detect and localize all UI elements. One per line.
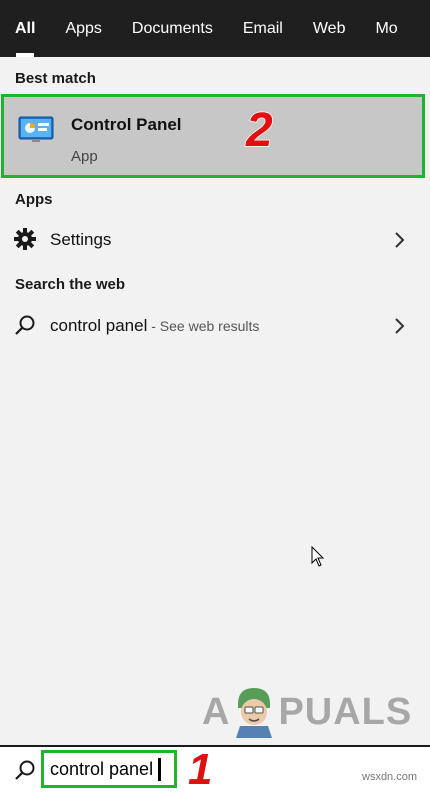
search-scope-tabs: All Apps Documents Email Web Mo xyxy=(0,0,430,57)
search-icon xyxy=(15,760,35,780)
watermark-right: PUALS xyxy=(278,690,413,733)
chevron-right-icon[interactable] xyxy=(392,317,406,335)
watermark-left: A xyxy=(202,690,231,733)
text-caret xyxy=(158,758,161,781)
best-match-subtitle: App xyxy=(71,148,98,165)
control-panel-icon xyxy=(18,116,54,142)
tab-email[interactable]: Email xyxy=(228,0,298,57)
appuals-watermark: A PUALS xyxy=(202,686,412,738)
search-web-heading: Search the web xyxy=(15,276,126,293)
search-bar: 1 xyxy=(0,744,430,795)
search-icon xyxy=(15,315,35,335)
tab-more[interactable]: Mo xyxy=(360,0,412,57)
mouse-cursor-icon xyxy=(311,546,325,567)
best-match-result[interactable]: Control Panel App 2 xyxy=(1,94,425,178)
tab-all[interactable]: All xyxy=(0,0,50,57)
step-number-2: 2 xyxy=(245,103,273,158)
web-result[interactable]: control panel - See web results xyxy=(0,304,430,348)
step-number-1: 1 xyxy=(187,744,213,795)
apps-heading: Apps xyxy=(15,191,53,208)
source-credit: wsxdn.com xyxy=(362,771,418,783)
tab-web[interactable]: Web xyxy=(298,0,361,57)
search-input[interactable] xyxy=(41,750,177,788)
settings-label: Settings xyxy=(50,230,112,249)
settings-result[interactable]: Settings xyxy=(0,218,430,262)
best-match-heading: Best match xyxy=(15,70,96,87)
tab-documents[interactable]: Documents xyxy=(117,0,228,57)
appuals-mascot-icon xyxy=(236,688,273,738)
tab-apps[interactable]: Apps xyxy=(50,0,116,57)
web-result-hint: - See web results xyxy=(147,318,260,334)
best-match-title: Control Panel xyxy=(71,115,182,134)
gear-icon xyxy=(14,228,36,250)
web-result-label: control panel - See web results xyxy=(50,316,260,335)
chevron-right-icon[interactable] xyxy=(392,231,406,249)
